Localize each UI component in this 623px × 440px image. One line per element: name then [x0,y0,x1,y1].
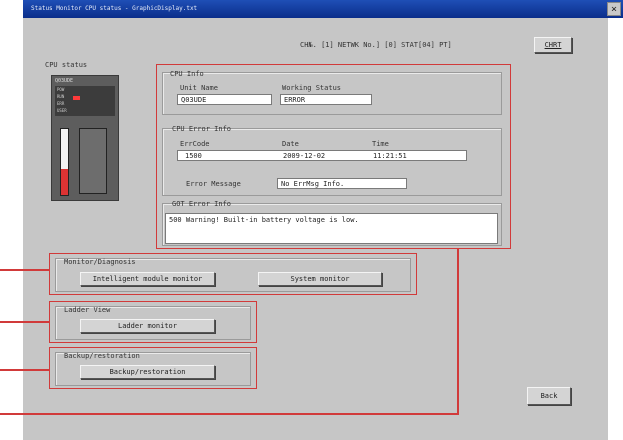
close-icon[interactable]: × [607,2,621,16]
callout-line-backup [0,369,49,371]
time-value: 11:21:51 [373,152,407,160]
time-label: Time [372,140,389,148]
error-message-field: No ErrMsg Info. [277,178,407,189]
cpu-error-label: CPU Error Info [172,125,232,133]
unit-name-field: Q03UDE [177,94,272,105]
window-title: Status Monitor CPU status - GraphicDispl… [31,5,198,12]
battery-gauge [60,128,69,196]
chart-button[interactable]: CHRT [534,37,572,53]
battery-level-fill [61,169,68,195]
working-status-label: Working Status [282,84,342,92]
callout-line-ladder [0,321,49,323]
cpu-module-image: Q03UDE POW RUN ERR USER [51,75,119,201]
window-titlebar: Status Monitor CPU status - GraphicDispl… [23,0,623,18]
cpu-model-label: Q03UDE [55,78,74,84]
cpu-info-label: CPU Info [170,70,204,78]
connection-info: CH№. [1] NETWK No.] [0] STAT[04] PT] [300,41,452,49]
callout-line-info [0,413,459,415]
back-button[interactable]: Back [527,387,571,405]
cpu-led-panel: POW RUN ERR USER [55,86,115,116]
highlight-ladder [49,301,257,343]
error-record-row[interactable]: 1500 2009-12-02 11:21:51 [177,150,467,161]
date-label: Date [282,140,299,148]
cpu-module-slot [79,128,107,194]
highlight-backup [49,347,257,389]
highlight-monitor [49,253,417,295]
got-error-message: 500 Warning! Built-in battery voltage is… [165,213,498,244]
error-led [73,96,80,100]
unit-name-label: Unit Name [180,84,218,92]
working-status-field: ERROR [280,94,372,105]
got-error-label: GOT Error Info [172,200,232,208]
errcode-value: 1500 [185,152,202,160]
led-label-pow: POW [57,87,65,92]
callout-line-info-vertical [457,249,459,414]
led-label-err: ERR [57,101,65,106]
date-value: 2009-12-02 [283,152,326,160]
led-label-user: USER [57,108,67,113]
errcode-label: ErrCode [180,140,210,148]
callout-line-monitor [0,269,49,271]
led-label-run: RUN [57,94,65,99]
cpu-status-label: CPU status [45,61,88,69]
error-message-label: Error Message [186,180,241,188]
